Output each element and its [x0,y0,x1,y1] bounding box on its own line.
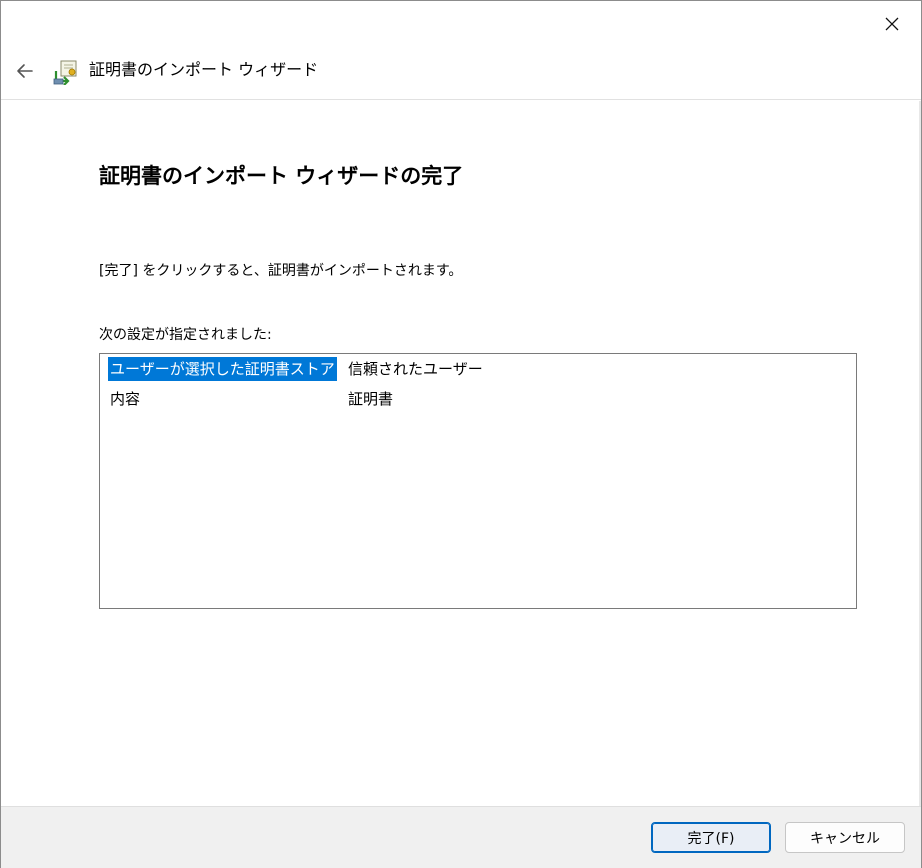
close-button[interactable] [863,1,921,47]
list-item[interactable]: ユーザーが選択した証明書ストア 信頼されたユーザー [100,354,856,384]
setting-name-cell: ユーザーが選択した証明書ストア [108,357,337,381]
cancel-button[interactable]: キャンセル [785,822,905,853]
title-bar [1,1,921,47]
settings-label: 次の設定が指定されました: [99,327,272,343]
scroll-edge [919,101,921,806]
wizard-title: 証明書のインポート ウィザード [89,60,319,79]
wizard-window: 証明書のインポート ウィザード 証明書のインポート ウィザードの完了 [完了] … [0,0,922,868]
back-button[interactable] [9,55,41,87]
button-bar: 完了(F) キャンセル [1,806,921,868]
setting-name-cell: 内容 [110,390,141,408]
arrow-left-icon [17,64,33,78]
settings-list[interactable]: ユーザーが選択した証明書ストア 信頼されたユーザー 内容 証明書 [99,353,857,609]
certificate-import-icon [53,60,77,85]
page-title: 証明書のインポート ウィザードの完了 [99,164,464,188]
close-icon [885,17,899,31]
setting-value-cell: 信頼されたユーザー [348,360,483,378]
list-item[interactable]: 内容 証明書 [100,384,856,414]
wizard-header: 証明書のインポート ウィザード [1,47,921,100]
finish-button[interactable]: 完了(F) [651,822,771,853]
instruction-text: [完了] をクリックすると、証明書がインポートされます。 [99,263,463,279]
setting-value-cell: 証明書 [348,390,394,408]
